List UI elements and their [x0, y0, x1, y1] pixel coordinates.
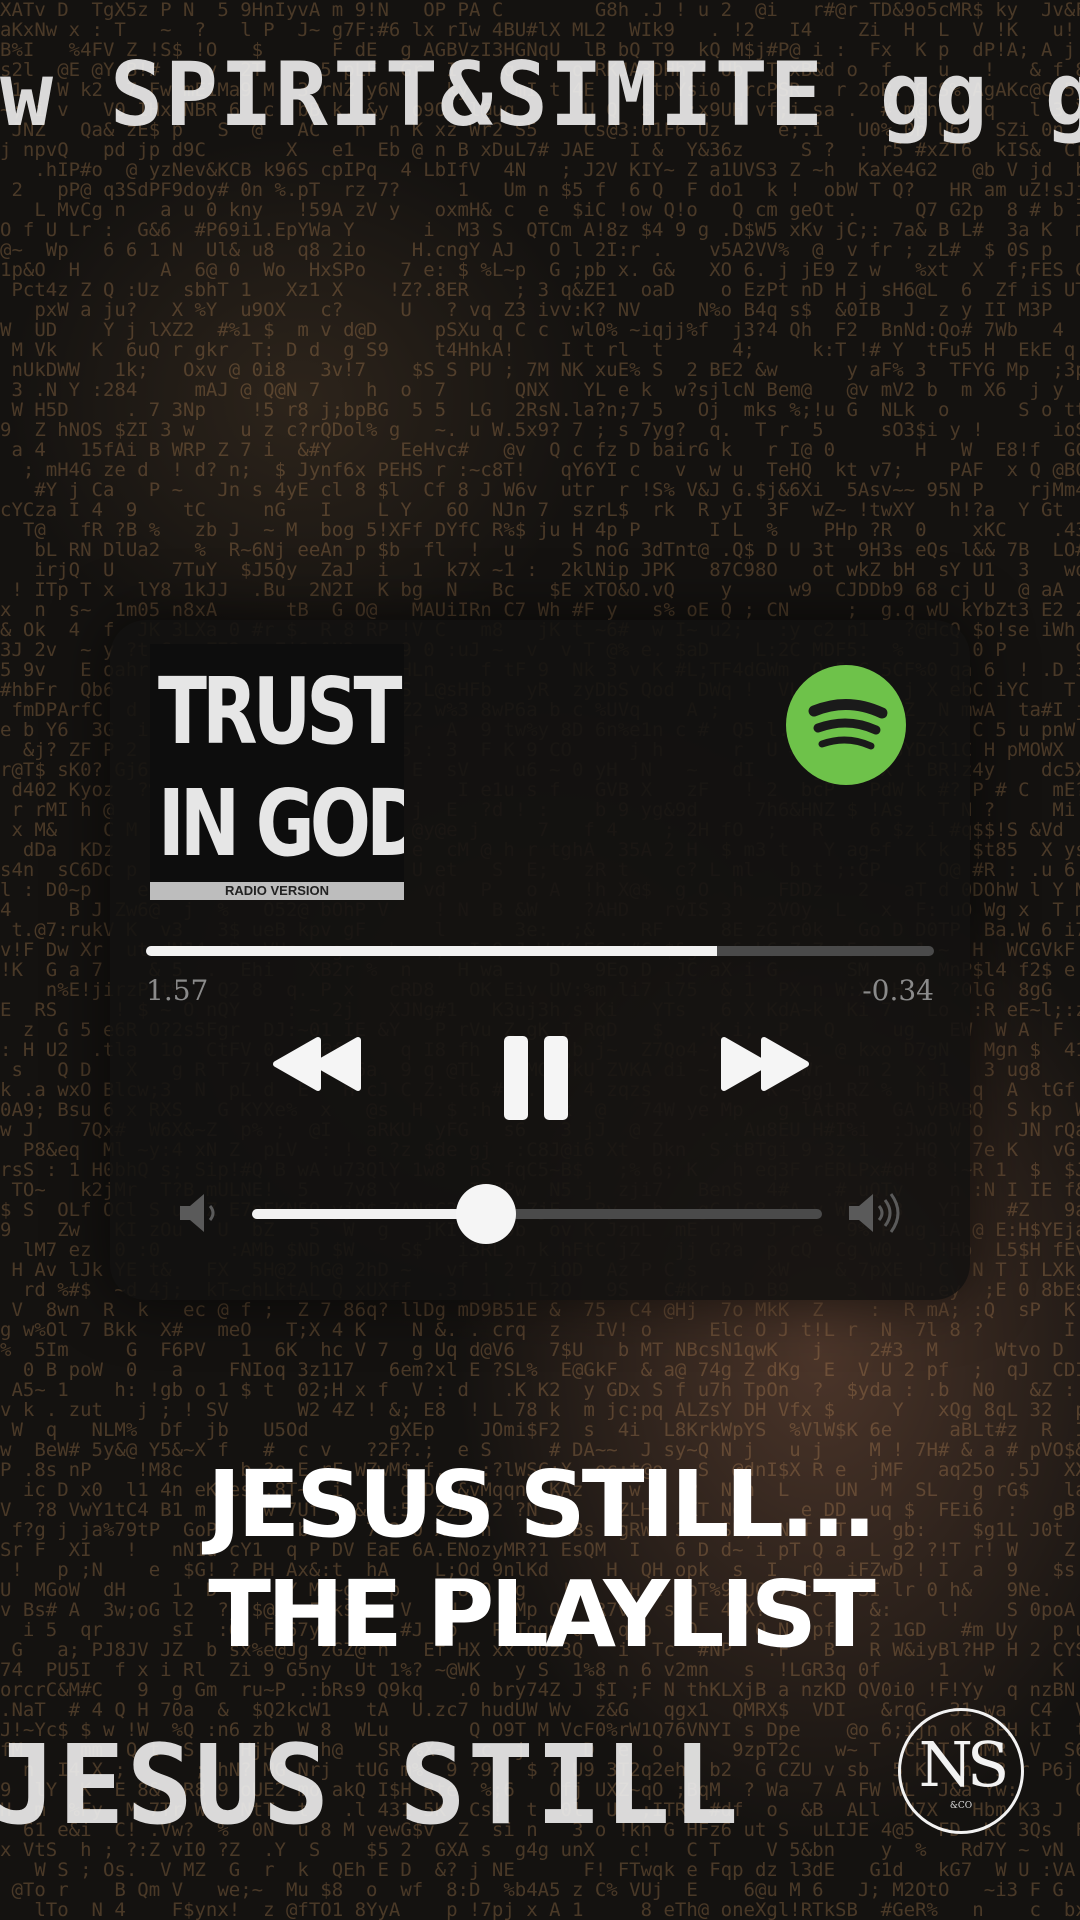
fast-forward-button[interactable] — [716, 1034, 812, 1094]
volume-knob[interactable] — [455, 1184, 516, 1244]
spotify-icon[interactable] — [786, 665, 906, 785]
pause-button[interactable] — [502, 1034, 572, 1122]
volume-low-icon[interactable] — [176, 1188, 226, 1243]
album-cover-subtitle: RADIO VERSION — [150, 882, 404, 900]
remaining-time: -0.34 — [862, 974, 934, 1007]
ns-co-logo: NS &CO — [898, 1708, 1024, 1834]
background-band-top: w SPIRIT&SIMITE gg gg gg — [0, 43, 1080, 146]
playback-progress-fill — [146, 946, 718, 956]
rewind-button[interactable] — [270, 1034, 366, 1094]
volume-slider[interactable] — [252, 1184, 822, 1244]
rewind-icon — [273, 1037, 361, 1091]
album-cover[interactable]: TRUST IN GOD RADIO VERSION — [150, 644, 404, 900]
album-cover-title: TRUST IN GOD — [158, 658, 404, 877]
volume-high-icon[interactable] — [845, 1188, 909, 1243]
playlist-headline: JESUS STILL... THE PLAYLIST — [0, 1450, 1080, 1670]
music-player-card: TRUST IN GOD RADIO VERSION 1.57 -0.34 — [110, 620, 970, 1300]
fast-forward-icon — [721, 1037, 809, 1091]
logo-subtext: &CO — [949, 1801, 973, 1811]
elapsed-time: 1.57 — [146, 974, 209, 1007]
logo-monogram: NS — [918, 1728, 1010, 1801]
volume-fill — [252, 1209, 486, 1219]
headline-line-2: THE PLAYLIST — [208, 1561, 876, 1668]
pause-icon — [504, 1036, 568, 1120]
playback-progress-bar[interactable] — [146, 946, 934, 956]
headline-line-1: JESUS STILL... — [207, 1451, 877, 1558]
